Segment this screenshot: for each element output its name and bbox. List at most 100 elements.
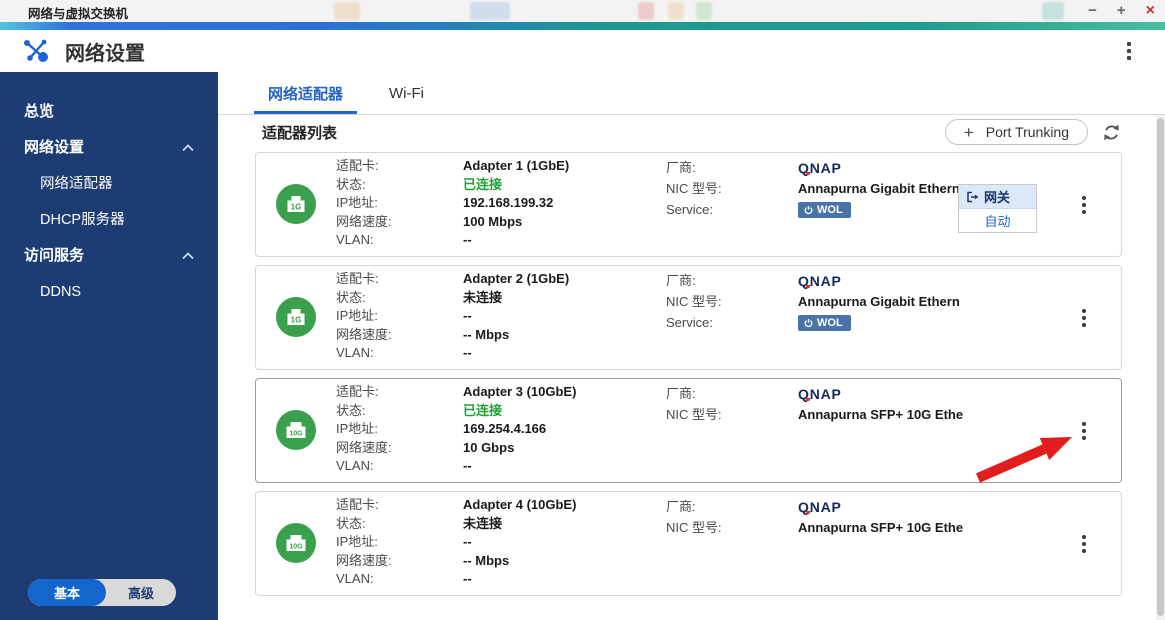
adapter-1-menu-button[interactable]	[1075, 191, 1093, 219]
desktop-icon-ghost	[696, 2, 712, 20]
nic-model: Annapurna SFP+ 10G Ethe	[798, 407, 964, 422]
ip-address: 192.168.199.32	[463, 195, 554, 211]
adapter-name: Adapter 3 (10GbE)	[463, 384, 577, 399]
scrollbar-thumb[interactable]	[1157, 118, 1164, 616]
chevron-up-icon	[182, 252, 194, 260]
nic-port-icon-1g: 1G	[276, 184, 316, 224]
chevron-up-icon	[182, 144, 194, 152]
sidebar-item-ddns[interactable]: DDNS	[0, 274, 218, 310]
sidebar-item-label: 访问服务	[24, 247, 85, 264]
qnap-logo: QNAP	[798, 159, 842, 176]
tab-wifi[interactable]: Wi-Fi	[375, 72, 438, 114]
app-header: 网络设置	[0, 30, 1165, 72]
list-title: 适配器列表	[262, 124, 338, 142]
close-button[interactable]: ×	[1146, 0, 1155, 22]
sidebar-item-access-services[interactable]: 访问服务	[0, 238, 218, 274]
adapter-name: Adapter 2 (1GbE)	[463, 271, 570, 286]
nic-model: Annapurna Gigabit Ethern	[798, 294, 960, 309]
adapter-2-menu-button[interactable]	[1075, 304, 1093, 332]
nic-port-icon-1g: 1G	[276, 297, 316, 337]
ip-address: 169.254.4.166	[463, 421, 547, 437]
field-labels: 适配卡: 状态: IP地址: 网络速度: VLAN:	[336, 158, 392, 248]
network-logo-icon	[24, 39, 48, 62]
field-values: Adapter 2 (1GbE) 未连接 -- -- Mbps --	[463, 270, 666, 369]
ip-address: --	[463, 534, 472, 550]
vendor-values: QNAP Annapurna SFP+ 10G Ethe	[798, 496, 964, 595]
tab-network-adapters[interactable]: 网络适配器	[254, 72, 358, 114]
vlan-value: --	[463, 345, 472, 361]
field-labels: 适配卡: 状态: IP地址: 网络速度: VLAN:	[336, 384, 392, 474]
mode-toggle: 基本 高级	[28, 579, 176, 606]
sidebar-item-label: DHCP服务器	[40, 212, 125, 228]
status-badge: 未连接	[463, 515, 503, 531]
field-labels: 适配卡: 状态: IP地址: 网络速度: VLAN:	[336, 271, 392, 361]
adapter-card-4: 10G 适配卡: 状态: IP地址: 网络速度: VLAN: Adapter 4 (…	[255, 491, 1122, 596]
toggle-basic-button[interactable]: 基本	[28, 579, 106, 606]
vendor-labels: 厂商: NIC 型号:	[666, 499, 722, 535]
wol-badge: WOL	[798, 201, 851, 218]
sidebar-item-label: DDNS	[40, 284, 82, 300]
vendor-values: QNAP Annapurna Gigabit Ethern WOL	[798, 157, 964, 256]
sidebar-item-network-settings[interactable]: 网络设置	[0, 130, 218, 166]
window-titlebar: 网络与虚拟交换机 − + ×	[0, 0, 1165, 22]
minimize-button[interactable]: −	[1088, 0, 1097, 22]
sidebar-item-network-adapters[interactable]: 网络适配器	[0, 166, 218, 202]
port-trunking-button[interactable]: + Port Trunking	[944, 119, 1088, 145]
desktop-icon-ghost	[638, 2, 654, 20]
desktop-icon-ghost	[470, 2, 510, 20]
gateway-indicator: 网关 自动	[958, 184, 1037, 233]
vendor-values: QNAP Annapurna Gigabit Ethern WOL	[798, 270, 964, 369]
nic-model: Annapurna Gigabit Ethern	[798, 181, 960, 196]
gateway-exit-icon	[967, 191, 979, 202]
power-icon	[804, 318, 813, 327]
vendor-labels: 厂商: NIC 型号: Service:	[666, 160, 722, 217]
desktop-icon-ghost	[334, 2, 360, 20]
gateway-row: 网关	[959, 185, 1036, 209]
link-speed: 100 Mbps	[463, 213, 523, 229]
nic-port-icon-10g: 10G	[276, 523, 316, 563]
adapter-name: Adapter 1 (1GbE)	[463, 158, 570, 173]
vertical-scrollbar	[1156, 115, 1165, 620]
adapter-card-3: 10G 适配卡: 状态: IP地址: 网络速度: VLAN: Adapter 3 (…	[255, 378, 1122, 483]
sidebar-item-label: 网络适配器	[40, 176, 113, 192]
field-values: Adapter 1 (1GbE) 已连接 192.168.199.32 100 …	[463, 157, 666, 256]
qnap-logo: QNAP	[798, 385, 842, 402]
svg-text:10G: 10G	[289, 544, 303, 551]
ip-address: --	[463, 308, 472, 324]
vendor-values: QNAP Annapurna SFP+ 10G Ethe	[798, 383, 964, 482]
field-values: Adapter 4 (10GbE) 未连接 -- -- Mbps --	[463, 496, 666, 595]
link-speed: -- Mbps	[463, 326, 510, 342]
gateway-mode-link[interactable]: 自动	[959, 209, 1036, 232]
link-speed: -- Mbps	[463, 552, 510, 568]
adapter-3-menu-button[interactable]	[1075, 417, 1093, 445]
main-content: 网络适配器 Wi-Fi 适配器列表 + Port Trunking 1G 适配卡…	[218, 72, 1165, 620]
wol-badge: WOL	[798, 314, 851, 331]
adapter-4-menu-button[interactable]	[1075, 530, 1093, 558]
status-badge: 已连接	[463, 176, 503, 192]
tab-bar: 网络适配器 Wi-Fi	[218, 72, 1165, 115]
plus-icon: +	[963, 122, 974, 142]
sidebar: 总览 网络设置 网络适配器 DHCP服务器 访问服务 DDNS 基本 高级	[0, 72, 218, 620]
refresh-button[interactable]	[1102, 123, 1121, 142]
qnap-logo: QNAP	[798, 498, 842, 515]
field-labels: 适配卡: 状态: IP地址: 网络速度: VLAN:	[336, 497, 392, 587]
sidebar-item-dhcp-server[interactable]: DHCP服务器	[0, 202, 218, 238]
adapter-list: 1G 适配卡: 状态: IP地址: 网络速度: VLAN: Adapter 1 (1…	[218, 152, 1165, 596]
maximize-button[interactable]: +	[1117, 0, 1126, 22]
svg-text:10G: 10G	[289, 431, 303, 438]
brand-gradient-bar	[0, 22, 1165, 30]
status-badge: 未连接	[463, 289, 503, 305]
desktop-icon-ghost	[1042, 2, 1064, 20]
nic-port-icon-10g: 10G	[276, 410, 316, 450]
sidebar-item-label: 网络设置	[24, 139, 85, 156]
adapter-name: Adapter 4 (10GbE)	[463, 497, 577, 512]
header-menu-button[interactable]	[1121, 38, 1137, 64]
toggle-advanced-button[interactable]: 高级	[106, 579, 176, 606]
status-badge: 已连接	[463, 402, 503, 418]
sidebar-item-label: 总览	[24, 103, 55, 120]
desktop-icon-ghost	[668, 2, 684, 20]
power-icon	[804, 205, 813, 214]
adapter-card-2: 1G 适配卡: 状态: IP地址: 网络速度: VLAN: Adapter 2 (1…	[255, 265, 1122, 370]
sidebar-item-overview[interactable]: 总览	[0, 94, 218, 130]
nic-model: Annapurna SFP+ 10G Ethe	[798, 520, 964, 535]
